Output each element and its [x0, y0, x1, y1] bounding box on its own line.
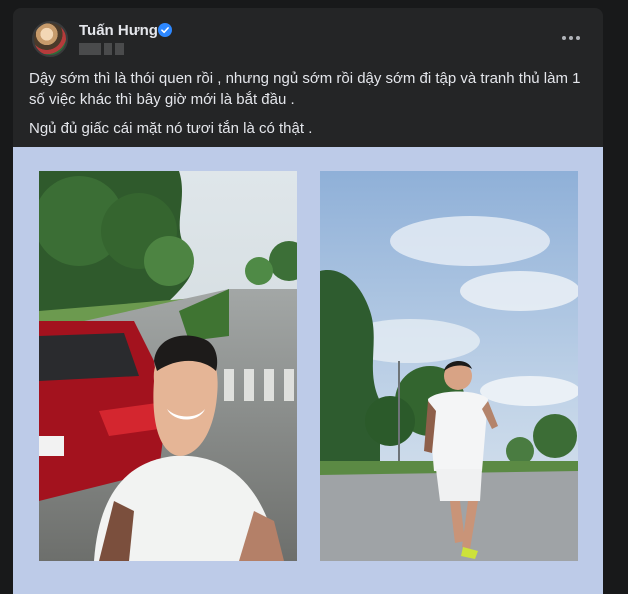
post-timestamp-blurred[interactable]: [79, 42, 125, 56]
post-caption: Dậy sớm thì là thói quen rồi , nhưng ngủ…: [29, 68, 594, 147]
photo-selfie-by-red-car[interactable]: [39, 171, 297, 561]
post-card: Tuấn Hưng Dậy sớm thì là thói quen rồi ,…: [13, 8, 603, 594]
photo-running-on-road[interactable]: [320, 171, 578, 561]
more-options-icon[interactable]: [559, 28, 583, 48]
post-media: [13, 147, 603, 594]
verified-badge-icon: [158, 23, 172, 37]
author-avatar[interactable]: [32, 21, 68, 57]
caption-line-1: Dậy sớm thì là thói quen rồi , nhưng ngủ…: [29, 70, 581, 108]
caption-line-2: Ngủ đủ giấc cái mặt nó tươi tắn là có th…: [29, 120, 313, 137]
author-name[interactable]: Tuấn Hưng: [79, 22, 158, 39]
